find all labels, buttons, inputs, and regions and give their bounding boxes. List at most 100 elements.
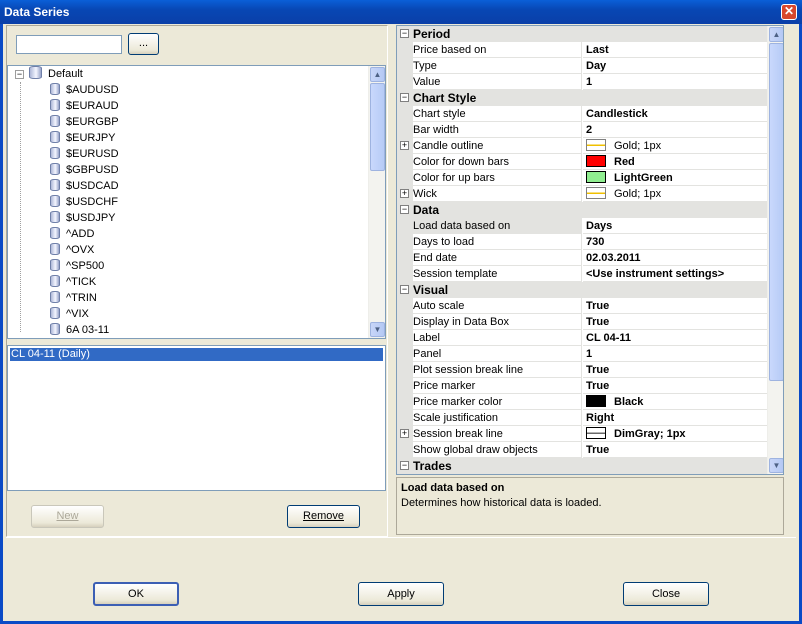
instrument-tree[interactable]: − Default $AUDUSD $EURAUD $EURGBP $EURJP… (7, 65, 386, 339)
tree-item[interactable]: ^ADD (50, 226, 94, 242)
prop-row[interactable]: Display in Data Box True (397, 314, 767, 330)
prop-row[interactable]: Color for down bars Red (397, 154, 767, 170)
prop-value[interactable]: DimGray; 1px (583, 426, 767, 442)
scroll-down-icon[interactable]: ▼ (769, 458, 783, 473)
prop-row[interactable]: Price based on Last (397, 42, 767, 58)
category-trades[interactable]: − Trades (397, 458, 767, 474)
tree-item[interactable]: 6A 03-11 (50, 322, 109, 338)
prop-row[interactable]: Days to load 730 (397, 234, 767, 250)
tree-item-default[interactable]: Default (29, 66, 83, 82)
prop-name: Value (413, 74, 582, 90)
prop-value[interactable]: Day (583, 58, 767, 74)
property-grid-scrollbar[interactable]: ▲ ▼ (767, 26, 783, 474)
prop-row[interactable]: Show global draw objects True (397, 442, 767, 458)
series-list[interactable]: CL 04-11 (Daily) (7, 345, 386, 491)
prop-value[interactable]: CL 04-11 (583, 330, 767, 346)
scroll-thumb[interactable] (370, 83, 385, 171)
prop-value[interactable]: LightGreen (583, 170, 767, 186)
prop-row[interactable]: + Session break line DimGray; 1px (397, 426, 767, 442)
prop-row[interactable]: Label CL 04-11 (397, 330, 767, 346)
prop-name: Days to load (413, 234, 582, 250)
category-data[interactable]: − Data (397, 202, 767, 218)
prop-value[interactable]: Last (583, 42, 767, 58)
prop-value[interactable]: 02.03.2011 (583, 250, 767, 266)
prop-value[interactable]: True (583, 298, 767, 314)
prop-value[interactable]: True (583, 314, 767, 330)
category-visual[interactable]: − Visual (397, 282, 767, 298)
prop-row[interactable]: Plot session break line True (397, 362, 767, 378)
scroll-thumb[interactable] (769, 43, 783, 381)
prop-row[interactable]: End date 02.03.2011 (397, 250, 767, 266)
close-button[interactable]: Close (623, 582, 709, 606)
prop-row[interactable]: Value 1 (397, 74, 767, 90)
prop-row[interactable]: + Wick Gold; 1px (397, 186, 767, 202)
close-window-button[interactable]: ✕ (781, 4, 797, 20)
prop-row[interactable]: Price marker True (397, 378, 767, 394)
expand-icon[interactable]: + (400, 189, 409, 198)
collapse-icon[interactable]: − (400, 205, 409, 214)
collapse-icon[interactable]: − (400, 29, 409, 38)
ok-button[interactable]: OK (93, 582, 179, 606)
prop-row[interactable]: Type Day (397, 58, 767, 74)
apply-button[interactable]: Apply (358, 582, 444, 606)
prop-row[interactable]: Chart style Candlestick (397, 106, 767, 122)
prop-value[interactable]: <Use instrument settings> (583, 266, 767, 282)
tree-scrollbar[interactable]: ▲ ▼ (368, 66, 385, 338)
prop-value[interactable]: 730 (583, 234, 767, 250)
tree-item[interactable]: $USDJPY (50, 210, 116, 226)
browse-button[interactable]: ... (128, 33, 159, 55)
prop-value[interactable]: Gold; 1px (583, 138, 767, 154)
prop-row[interactable]: Panel 1 (397, 346, 767, 362)
expand-icon[interactable]: + (400, 141, 409, 150)
remove-button[interactable]: Remove (287, 505, 360, 528)
tree-item[interactable]: ^SP500 (50, 258, 104, 274)
category-period[interactable]: − Period (397, 26, 767, 42)
prop-value[interactable]: Red (583, 154, 767, 170)
tree-item[interactable]: ^TRIN (50, 290, 97, 306)
prop-row[interactable]: Color for up bars LightGreen (397, 170, 767, 186)
prop-row[interactable]: Session template <Use instrument settings… (397, 266, 767, 282)
tree-item[interactable]: $EURGBP (50, 114, 119, 130)
prop-row[interactable]: Bar width 2 (397, 122, 767, 138)
tree-item[interactable]: ^TICK (50, 274, 96, 290)
tree-item[interactable]: $AUDUSD (50, 82, 119, 98)
tree-item[interactable]: $USDCHF (50, 194, 118, 210)
prop-row[interactable]: Scale justification Right (397, 410, 767, 426)
collapse-icon[interactable]: − (15, 70, 24, 79)
tree-item[interactable]: ^OVX (50, 242, 94, 258)
prop-value[interactable]: Black (583, 394, 767, 410)
tree-item[interactable]: $EURUSD (50, 146, 119, 162)
tree-item[interactable]: $EURAUD (50, 98, 119, 114)
collapse-icon[interactable]: − (400, 285, 409, 294)
prop-value[interactable]: True (583, 378, 767, 394)
prop-value[interactable]: Days (583, 218, 767, 234)
category-chart-style[interactable]: − Chart Style (397, 90, 767, 106)
new-button[interactable]: New (31, 505, 104, 528)
scroll-down-icon[interactable]: ▼ (370, 322, 385, 337)
prop-value[interactable]: 1 (583, 74, 767, 90)
prop-value[interactable]: 1 (583, 346, 767, 362)
tree-item[interactable]: $GBPUSD (50, 162, 119, 178)
tree-item[interactable]: ^VIX (50, 306, 89, 322)
scroll-up-icon[interactable]: ▲ (769, 27, 783, 42)
property-grid[interactable]: − Period Price based on Last Type Day Value… (396, 25, 784, 475)
tree-item[interactable]: $EURJPY (50, 130, 116, 146)
prop-row[interactable]: + Candle outline Gold; 1px (397, 138, 767, 154)
series-item-selected[interactable]: CL 04-11 (Daily) (10, 348, 383, 361)
collapse-icon[interactable]: − (400, 461, 409, 470)
collapse-icon[interactable]: − (400, 93, 409, 102)
prop-row-selected[interactable]: Load data based on Days (397, 218, 767, 234)
prop-value[interactable]: Right (583, 410, 767, 426)
instrument-search-input[interactable] (16, 35, 122, 54)
tree-item[interactable]: $USDCAD (50, 178, 119, 194)
prop-value[interactable]: 2 (583, 122, 767, 138)
prop-row[interactable]: Price marker color Black (397, 394, 767, 410)
expand-icon[interactable]: + (400, 429, 409, 438)
prop-name: Type (413, 58, 582, 74)
prop-value[interactable]: True (583, 442, 767, 458)
prop-value[interactable]: Gold; 1px (583, 186, 767, 202)
prop-row[interactable]: Auto scale True (397, 298, 767, 314)
prop-value[interactable]: True (583, 362, 767, 378)
scroll-up-icon[interactable]: ▲ (370, 67, 385, 82)
prop-value[interactable]: Candlestick (583, 106, 767, 122)
